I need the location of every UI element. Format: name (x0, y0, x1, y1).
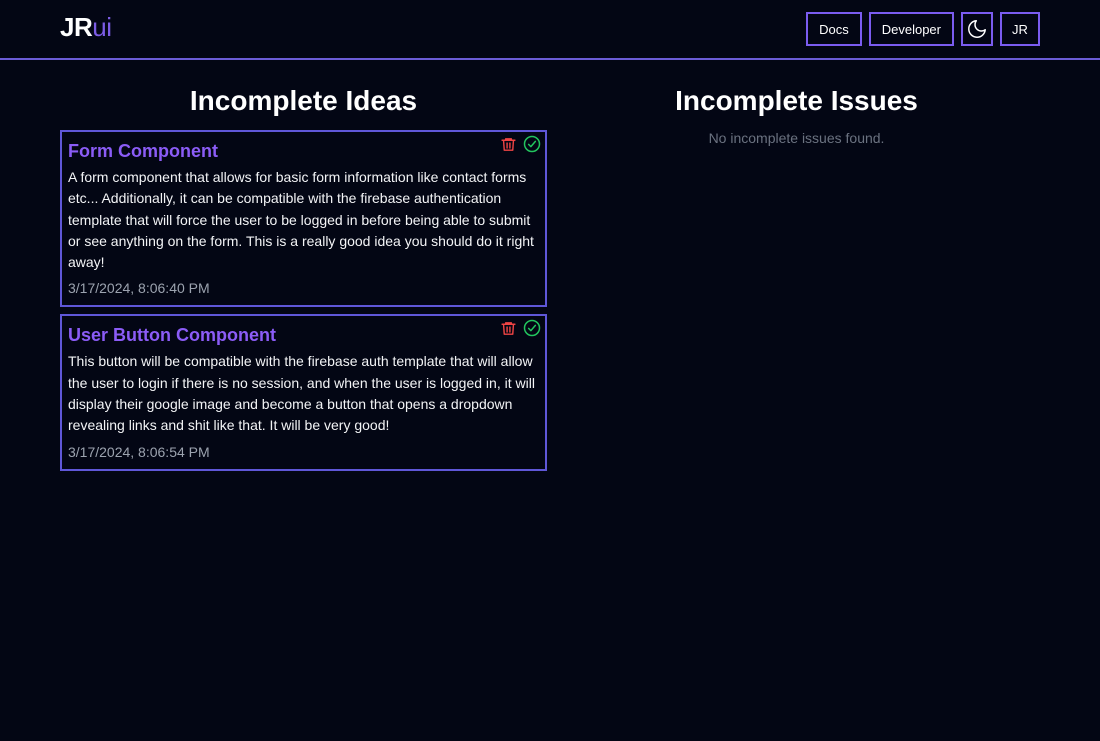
ideas-title: Incomplete Ideas (189, 85, 418, 116)
nav-actions: Docs Developer JR (806, 12, 1040, 46)
idea-title: User Button Component (68, 325, 276, 346)
idea-card: User Button Component This button will b… (60, 314, 547, 471)
moon-icon (966, 18, 988, 40)
logo-accent: ui (92, 12, 112, 42)
idea-card: Form Component A form component that all… (60, 130, 547, 308)
issues-empty-message: No incomplete issues found. (708, 130, 885, 146)
check-circle-icon[interactable] (523, 135, 541, 153)
issues-column: Incomplete Issues No incomplete issues f… (560, 84, 1033, 146)
docs-button[interactable]: Docs (806, 12, 862, 46)
navbar: JRui Docs Developer JR (0, 0, 1100, 60)
issues-title: Incomplete Issues (675, 85, 918, 116)
idea-date: 3/17/2024, 8:06:54 PM (68, 443, 210, 460)
idea-description: A form component that allows for basic f… (68, 169, 534, 271)
card-actions (499, 319, 541, 337)
theme-toggle-button[interactable] (961, 12, 993, 46)
logo-main: JR (60, 12, 93, 42)
card-actions (499, 135, 541, 153)
delete-icon[interactable] (499, 135, 517, 153)
user-avatar-button[interactable]: JR (1000, 12, 1040, 46)
idea-title: Form Component (68, 141, 218, 161)
logo[interactable]: JRui (60, 12, 112, 43)
idea-date: 3/17/2024, 8:06:40 PM (68, 280, 210, 297)
check-circle-icon[interactable] (523, 319, 541, 337)
delete-icon[interactable] (499, 319, 517, 337)
developer-button[interactable]: Developer (868, 12, 954, 46)
idea-description: This button will be compatible with the … (68, 353, 535, 434)
ideas-column: Incomplete Ideas Form Component A form c… (60, 84, 547, 478)
